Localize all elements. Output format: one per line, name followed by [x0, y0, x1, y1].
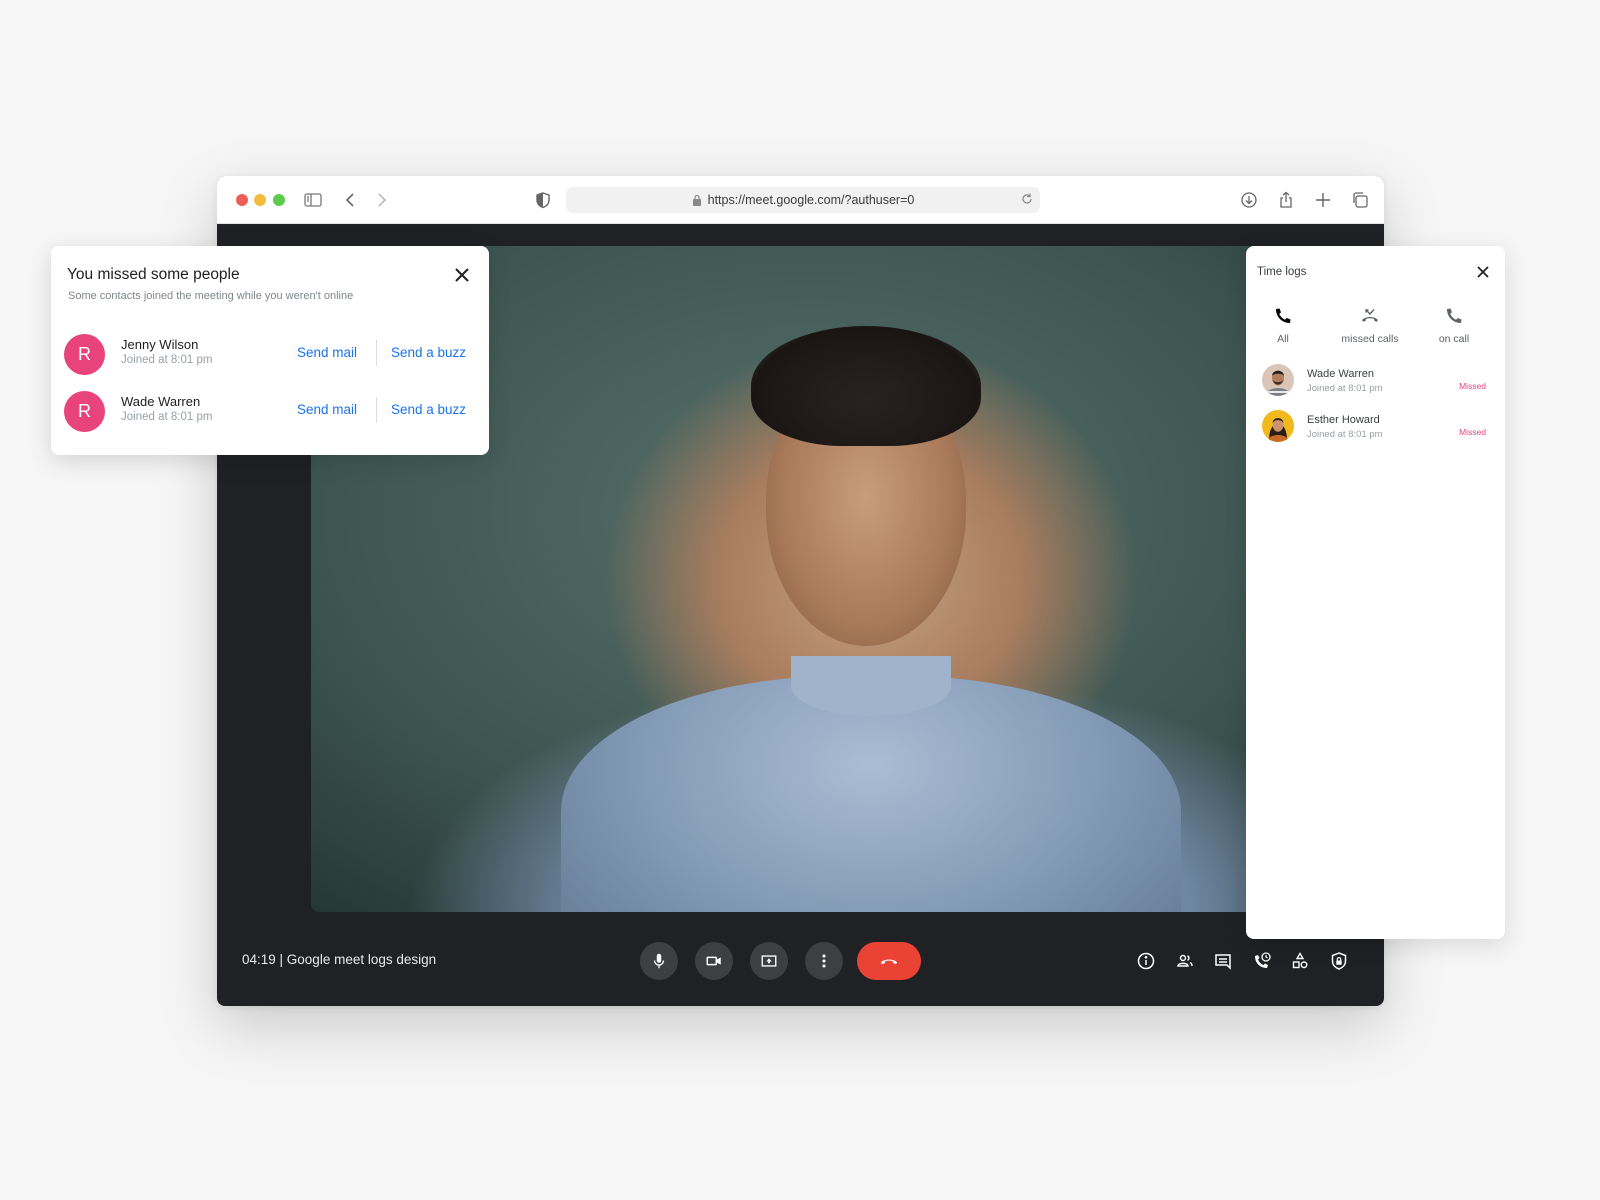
phone-icon [1447, 308, 1462, 323]
end-call-button[interactable] [857, 942, 921, 980]
entry-name: Wade Warren [1307, 368, 1375, 380]
browser-toolbar: https://meet.google.com/?authuser=0 [217, 176, 1384, 224]
forward-icon[interactable] [370, 189, 392, 211]
back-icon[interactable] [340, 189, 362, 211]
meeting-details-button[interactable] [1135, 950, 1157, 972]
panel-title: Time logs [1257, 266, 1307, 278]
more-vertical-icon [822, 954, 826, 968]
tab-label: missed calls [1341, 333, 1399, 345]
entry-name: Esther Howard [1307, 414, 1380, 426]
call-history-icon [1255, 952, 1271, 968]
close-icon[interactable] [451, 264, 473, 286]
meeting-title: 04:19 | Google meet logs design [242, 952, 437, 967]
video-subject-collar [791, 656, 951, 716]
more-options-button[interactable] [805, 942, 843, 980]
tab-label: on call [1438, 333, 1470, 345]
present-screen-icon [761, 955, 777, 967]
tabs-overview-icon[interactable] [1349, 189, 1371, 211]
log-entry[interactable]: Esther Howard Joined at 8:01 pm Missed [1246, 408, 1505, 448]
missed-people-dialog: You missed some people Some contacts joi… [51, 246, 489, 455]
status-badge: Missed [1459, 427, 1486, 437]
chat-button[interactable] [1212, 950, 1234, 972]
tab-label: All [1277, 333, 1289, 345]
time-logs-panel: Time logs All missed calls on call Wade … [1246, 246, 1505, 939]
send-mail-link[interactable]: Send mail [297, 345, 357, 360]
share-icon[interactable] [1275, 189, 1297, 211]
send-buzz-link[interactable]: Send a buzz [391, 345, 466, 360]
people-icon [1177, 954, 1193, 967]
entry-joined: Joined at 8:01 pm [1307, 429, 1383, 440]
chat-icon [1215, 954, 1231, 970]
missed-person-row: R Wade Warren Joined at 8:01 pm Send mai… [51, 389, 489, 433]
dialog-title: You missed some people [67, 266, 240, 283]
divider [376, 340, 377, 366]
info-icon [1137, 952, 1155, 970]
tab-all[interactable]: All [1268, 306, 1298, 347]
phone-icon [1276, 308, 1291, 323]
close-icon[interactable] [1474, 263, 1492, 281]
shield-icon[interactable] [532, 189, 554, 211]
minimize-window-button[interactable] [254, 194, 266, 206]
missed-call-icon [1362, 309, 1378, 322]
joined-time: Joined at 8:01 pm [121, 411, 213, 423]
host-controls-button[interactable] [1328, 950, 1350, 972]
avatar: R [64, 334, 105, 375]
entry-joined: Joined at 8:01 pm [1307, 383, 1383, 394]
present-screen-button[interactable] [750, 942, 788, 980]
url-text: https://meet.google.com/?authuser=0 [707, 193, 915, 207]
send-mail-link[interactable]: Send mail [297, 402, 357, 417]
close-window-button[interactable] [236, 194, 248, 206]
status-badge: Missed [1459, 381, 1486, 391]
log-entry[interactable]: Wade Warren Joined at 8:01 pm Missed [1246, 362, 1505, 402]
microphone-button[interactable] [640, 942, 678, 980]
avatar [1262, 410, 1294, 442]
people-button[interactable] [1174, 950, 1196, 972]
video-subject-hair [751, 326, 981, 446]
camera-icon [706, 956, 721, 966]
microphone-icon [653, 953, 665, 969]
send-buzz-link[interactable]: Send a buzz [391, 402, 466, 417]
dialog-subtitle: Some contacts joined the meeting while y… [68, 290, 354, 302]
divider [376, 397, 377, 423]
shield-lock-icon [1331, 952, 1347, 970]
shapes-icon [1292, 952, 1308, 969]
sidebar-icon[interactable] [302, 189, 324, 211]
avatar [1262, 364, 1294, 396]
avatar: R [64, 391, 105, 432]
joined-time: Joined at 8:01 pm [121, 354, 213, 366]
hang-up-icon [880, 959, 898, 965]
camera-button[interactable] [695, 942, 733, 980]
address-bar[interactable]: https://meet.google.com/?authuser=0 [566, 187, 1040, 213]
person-name: Jenny Wilson [121, 337, 199, 352]
tab-on-call[interactable]: on call [1429, 306, 1479, 347]
call-history-button[interactable] [1251, 950, 1273, 972]
tab-missed-calls[interactable]: missed calls [1334, 306, 1406, 347]
person-name: Wade Warren [121, 394, 201, 409]
call-controls-bar: 04:19 | Google meet logs design [217, 912, 1384, 1006]
lock-icon [692, 194, 701, 206]
maximize-window-button[interactable] [273, 194, 285, 206]
download-icon[interactable] [1238, 189, 1260, 211]
reload-icon[interactable] [1020, 192, 1034, 206]
new-tab-icon[interactable] [1312, 189, 1334, 211]
activities-button[interactable] [1289, 950, 1311, 972]
missed-person-row: R Jenny Wilson Joined at 8:01 pm Send ma… [51, 332, 489, 376]
